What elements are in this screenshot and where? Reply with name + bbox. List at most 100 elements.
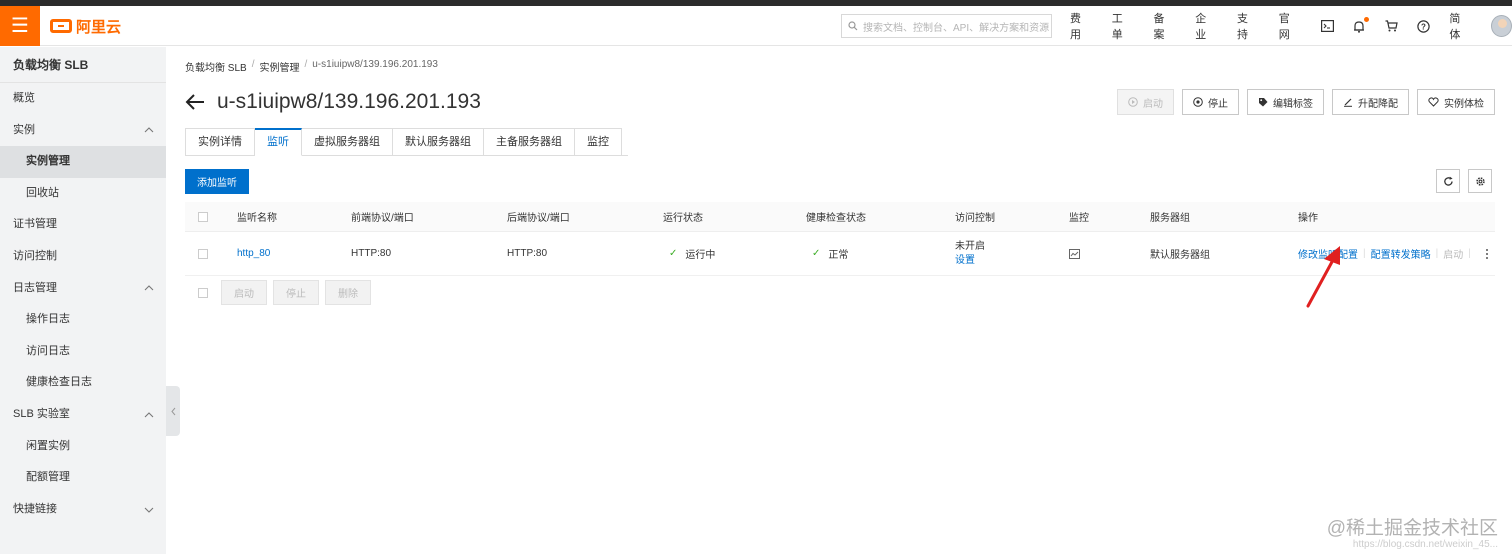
row-checkbox[interactable] [198, 232, 208, 275]
sidebar-group-slb-lab[interactable]: SLB 实验室 [0, 399, 166, 431]
refresh-button[interactable] [1436, 169, 1460, 193]
watermark: @稀土掘金技术社区 [1326, 518, 1498, 539]
tab-default-server-group[interactable]: 默认服务器组 [393, 128, 484, 156]
breadcrumb-separator: / [251, 59, 255, 70]
acl-status-text: 未开启 [955, 240, 985, 252]
back-arrow-icon[interactable] [185, 92, 207, 112]
nav-billing[interactable]: 费用 [1070, 10, 1091, 42]
sidebar-item-health-check-logs[interactable]: 健康检查日志 [0, 367, 166, 399]
monitor-chart-button[interactable] [1069, 232, 1080, 275]
col-run-status: 运行状态 [663, 213, 703, 224]
add-listener-button[interactable]: 添加监听 [185, 169, 249, 194]
sidebar-item-label: SLB 实验室 [13, 407, 70, 420]
refresh-icon [1443, 176, 1453, 186]
brand-logo[interactable]: 阿里云 [50, 15, 121, 37]
start-listener-link[interactable]: 启动 [1443, 246, 1463, 261]
settings-button[interactable] [1468, 169, 1492, 193]
cart-icon[interactable] [1385, 19, 1398, 33]
sidebar-item-quota[interactable]: 配额管理 [0, 462, 166, 494]
sidebar-group-instances[interactable]: 实例 [0, 115, 166, 147]
nav-icp[interactable]: 备案 [1154, 10, 1175, 42]
nav-website[interactable]: 官网 [1279, 10, 1300, 42]
heart-pulse-icon [1428, 97, 1439, 107]
sidebar-item-idle-instances[interactable]: 闲置实例 [0, 431, 166, 463]
sidebar-item-label: 快捷链接 [13, 502, 57, 515]
chevron-down-icon [144, 494, 154, 526]
health-status-text: 正常 [828, 250, 849, 261]
sidebar-item-instance-management[interactable]: 实例管理 [0, 146, 166, 178]
sidebar-item-overview[interactable]: 概览 [0, 83, 166, 115]
col-access-control: 访问控制 [955, 213, 995, 224]
table-row: http_80 HTTP:80 HTTP:80 ✓ 运行中 ✓ 正常 未开启 设… [185, 232, 1495, 276]
search-input[interactable]: 搜索文档、控制台、API、解决方案和资源 [841, 14, 1052, 38]
sidebar-item-label: 访问控制 [13, 249, 57, 262]
sidebar-group-logs[interactable]: 日志管理 [0, 273, 166, 305]
language-switch[interactable]: 简体 [1449, 10, 1470, 42]
nav-tickets[interactable]: 工单 [1112, 10, 1133, 42]
stop-circle-icon [1193, 97, 1203, 107]
breadcrumb-slb[interactable]: 负载均衡 SLB [185, 59, 247, 74]
notification-dot [1363, 17, 1369, 22]
checkbox-box [198, 248, 208, 259]
bulk-stop-button[interactable]: 停止 [273, 280, 319, 305]
sidebar-group-quick-links[interactable]: 快捷链接 [0, 494, 166, 526]
bell-icon[interactable] [1353, 17, 1369, 33]
health-check-button[interactable]: 实例体检 [1417, 89, 1495, 115]
resize-button[interactable]: 升配降配 [1332, 89, 1409, 115]
resize-label: 升配降配 [1358, 98, 1398, 110]
chart-icon [1069, 248, 1080, 259]
bulk-select-checkbox[interactable] [198, 287, 208, 298]
sidebar-item-label: 实例 [13, 123, 35, 136]
tab-bar: 实例详情 监听 虚拟服务器组 默认服务器组 主备服务器组 监控 [185, 128, 628, 156]
table-header: 监听名称 前端协议/端口 后端协议/端口 运行状态 健康检查状态 访问控制 监控… [185, 202, 1495, 232]
edit-tags-button[interactable]: 编辑标签 [1247, 89, 1324, 115]
tab-listeners[interactable]: 监听 [255, 128, 302, 156]
svg-text:?: ? [1421, 22, 1426, 31]
play-circle-icon [1128, 97, 1138, 107]
stop-button-label: 停止 [1208, 98, 1228, 110]
breadcrumb: 负载均衡 SLB / 实例管理 / u-s1iuipw8/139.196.201… [185, 59, 438, 74]
breadcrumb-instances[interactable]: 实例管理 [259, 59, 299, 74]
sidebar-item-label: 健康检查日志 [26, 376, 92, 389]
col-listener-name: 监听名称 [237, 213, 277, 224]
help-icon[interactable]: ? [1417, 19, 1430, 33]
sidebar-item-operation-logs[interactable]: 操作日志 [0, 304, 166, 336]
acl-settings-link[interactable]: 设置 [955, 254, 975, 268]
hamburger-menu-icon[interactable]: ☰ [0, 6, 40, 46]
sidebar-item-recycle-bin[interactable]: 回收站 [0, 178, 166, 210]
watermark-url: https://blog.csdn.net/weixin_45... [1352, 539, 1498, 550]
backend-value: HTTP:80 [507, 248, 548, 259]
more-icon[interactable] [1485, 248, 1488, 259]
sidebar-collapse-handle[interactable] [166, 386, 180, 436]
nav-support[interactable]: 支持 [1237, 10, 1258, 42]
check-icon: ✓ [669, 248, 678, 259]
sidebar-item-certificates[interactable]: 证书管理 [0, 209, 166, 241]
title-row: u-s1iuipw8/139.196.201.193 [185, 89, 481, 115]
bulk-start-button[interactable]: 启动 [221, 280, 267, 305]
aliyun-logo-icon [50, 19, 72, 33]
tab-vserver-groups[interactable]: 虚拟服务器组 [302, 128, 393, 156]
server-group-value: 默认服务器组 [1150, 250, 1210, 261]
select-all-checkbox[interactable] [198, 202, 208, 231]
chevron-left-icon [170, 407, 175, 415]
tab-master-slave-group[interactable]: 主备服务器组 [484, 128, 575, 156]
chevron-up-icon [144, 399, 154, 431]
col-monitor: 监控 [1069, 213, 1089, 224]
checkbox-box [198, 211, 208, 222]
sidebar-item-access-control[interactable]: 访问控制 [0, 241, 166, 273]
stop-button[interactable]: 停止 [1182, 89, 1239, 115]
forwarding-rules-link[interactable]: 配置转发策略 [1371, 246, 1431, 261]
frontend-value: HTTP:80 [351, 248, 392, 259]
tab-instance-details[interactable]: 实例详情 [185, 128, 255, 156]
listener-name-link[interactable]: http_80 [237, 232, 270, 275]
col-health-status: 健康检查状态 [806, 213, 866, 224]
terminal-icon[interactable] [1320, 19, 1334, 33]
bulk-delete-button[interactable]: 删除 [325, 280, 371, 305]
start-button[interactable]: 启动 [1117, 89, 1174, 115]
nav-enterprise[interactable]: 企业 [1195, 10, 1216, 42]
user-avatar[interactable] [1491, 15, 1512, 37]
start-button-label: 启动 [1143, 98, 1163, 110]
tab-monitoring[interactable]: 监控 [575, 128, 622, 156]
sidebar-item-access-logs[interactable]: 访问日志 [0, 336, 166, 368]
op-divider: | [1435, 248, 1439, 259]
